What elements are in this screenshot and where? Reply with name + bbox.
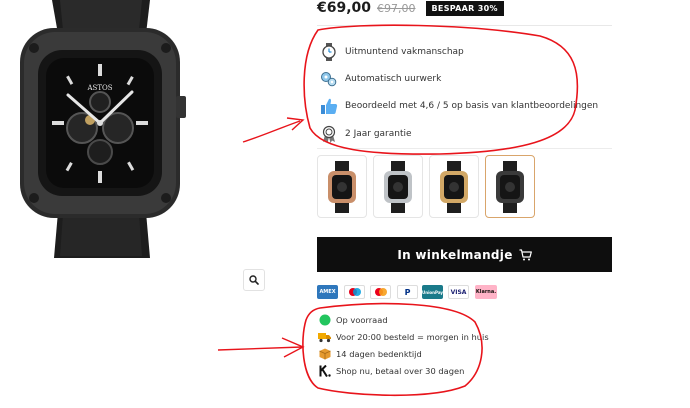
watch-thumbnail — [328, 160, 356, 213]
feature-item-rating: Beoordeeld met 4,6 / 5 op basis van klan… — [319, 96, 598, 116]
annotation-arrowhead-upper — [286, 117, 305, 131]
add-to-cart-label: In winkelmandje — [397, 247, 513, 262]
info-delivery: Voor 20:00 besteld = morgen in huis — [318, 330, 489, 344]
payment-unionpay-icon: UnionPay — [422, 285, 443, 299]
feature-text: Beoordeeld met 4,6 / 5 op basis van klan… — [345, 101, 599, 111]
delivery-truck-icon — [318, 330, 332, 344]
variant-thumb-black[interactable] — [485, 155, 535, 218]
klarna-k-icon — [318, 364, 332, 378]
annotation-arrowhead-lower — [281, 337, 305, 358]
in-stock-dot-icon — [318, 313, 332, 327]
feature-text: 2 Jaar garantie — [345, 129, 412, 139]
variant-thumb-rose-gold[interactable] — [317, 155, 367, 218]
info-in-stock: Op voorraad — [318, 313, 388, 327]
feature-text: Uitmuntend vakmanschap — [345, 47, 464, 57]
discount-badge: BESPAAR 30% — [425, 0, 504, 16]
watch-icon — [319, 42, 339, 62]
dial-brand-text: ASTOS — [86, 84, 112, 92]
info-text: Op voorraad — [336, 315, 388, 325]
price-old: €97,00 — [377, 1, 416, 15]
package-box-icon — [318, 347, 332, 361]
watch-product-image: ASTOS — [20, 0, 186, 258]
info-text: Shop nu, betaal over 30 dagen — [336, 366, 465, 376]
price-current: €69,00 — [317, 0, 372, 16]
price-row: €69,00 €97,00 BESPAAR 30% — [317, 0, 504, 16]
divider — [317, 25, 612, 26]
variant-thumb-silver[interactable] — [373, 155, 423, 218]
add-to-cart-button[interactable]: In winkelmandje — [317, 237, 612, 272]
feature-text: Automatisch uurwerk — [345, 74, 442, 84]
product-image[interactable]: ASTOS — [0, 0, 240, 262]
watch-thumbnail — [496, 160, 524, 213]
info-pay-later: Shop nu, betaal over 30 dagen — [318, 364, 464, 378]
watch-thumbnail — [440, 160, 468, 213]
payment-paypal-icon: P — [397, 285, 418, 299]
payment-mastercard-icon — [370, 285, 391, 299]
info-text: 14 dagen bedenktijd — [336, 349, 422, 359]
annotation-arrow-lower — [217, 346, 303, 351]
payment-klarna-icon: Klarna. — [475, 285, 497, 299]
payment-maestro-icon — [344, 285, 365, 299]
info-return-period: 14 dagen bedenktijd — [318, 347, 422, 361]
magnifier-icon — [249, 275, 259, 285]
feature-item-craftsmanship: Uitmuntend vakmanschap — [319, 42, 464, 62]
watch-thumbnail — [384, 160, 412, 213]
divider — [317, 148, 612, 149]
feature-item-movement: Automatisch uurwerk — [319, 69, 441, 89]
cart-icon — [519, 248, 532, 260]
payment-visa-icon: VISA — [448, 285, 469, 299]
variant-thumb-gold[interactable] — [429, 155, 479, 218]
annotation-arrow-upper — [242, 120, 301, 143]
thumbs-up-icon — [319, 96, 339, 116]
gears-icon — [319, 69, 339, 89]
zoom-button[interactable] — [243, 269, 265, 291]
info-text: Voor 20:00 besteld = morgen in huis — [336, 332, 489, 342]
award-ribbon-icon — [319, 124, 339, 144]
payment-amex-icon: AMEX — [317, 285, 338, 299]
feature-item-warranty: 2 Jaar garantie — [319, 124, 412, 144]
